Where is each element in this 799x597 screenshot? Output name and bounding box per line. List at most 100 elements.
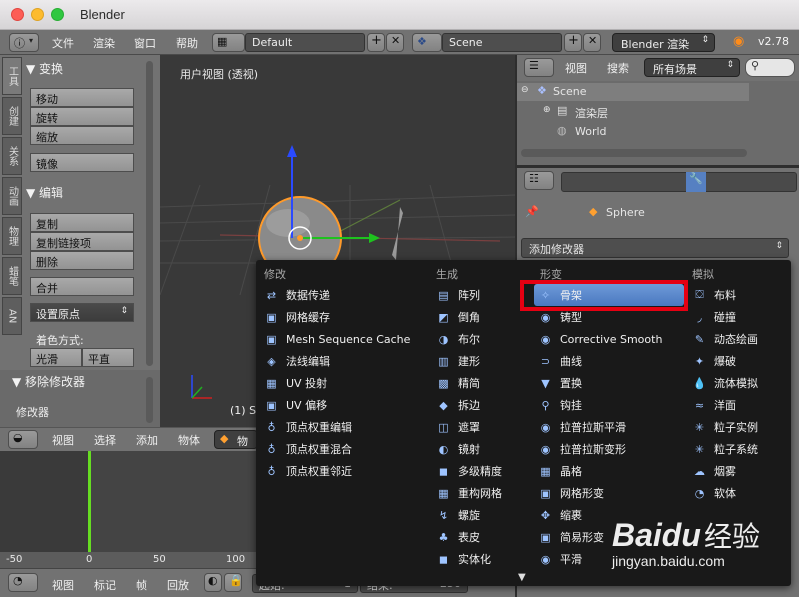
timeline-bottom-menu-view[interactable]: 视图 xyxy=(52,577,74,593)
modifier-item[interactable]: ▦ UV 投射 xyxy=(260,372,420,394)
tab-create[interactable]: 创建 xyxy=(2,97,22,135)
timeline-controls-editor-button[interactable]: ◔ xyxy=(8,573,38,592)
timeline-bottom-menu-marker[interactable]: 标记 xyxy=(94,577,116,593)
add-layout-button[interactable]: + xyxy=(367,33,385,52)
scroll-down-arrow-icon[interactable]: ▼ xyxy=(518,572,526,583)
tab-relations[interactable]: 关系 xyxy=(2,137,22,175)
modifier-item[interactable]: ♁ 顶点权重编辑 xyxy=(260,416,420,438)
lamp-object[interactable] xyxy=(392,207,403,260)
modifier-item[interactable]: ✦ 爆破 xyxy=(688,350,784,372)
pin-icon[interactable]: 📌 xyxy=(525,205,539,218)
modifier-item[interactable]: ✳ 粒子系统 xyxy=(688,438,784,460)
modifier-item[interactable]: ◉ 拉普拉斯平滑 xyxy=(534,416,684,438)
properties-editor-type-button[interactable]: ☷ xyxy=(524,171,554,190)
outliner-filter-select[interactable]: 所有场景 ⇕ xyxy=(644,58,740,77)
shade-smooth-button[interactable]: 光滑 xyxy=(30,348,82,367)
set-origin-select[interactable]: 设置原点 ⇕ xyxy=(30,303,134,322)
move-button[interactable]: 移动 xyxy=(30,88,134,107)
z-arrow-icon[interactable] xyxy=(287,145,297,157)
tab-animation[interactable]: 动画 xyxy=(2,177,22,215)
y-arrow-icon[interactable] xyxy=(369,233,380,243)
modifier-item[interactable]: ▣ 网格形变 xyxy=(534,482,684,504)
layout-selector-button[interactable]: ▦ xyxy=(212,33,245,52)
outliner-search-input[interactable]: ⚲ xyxy=(745,58,795,77)
modifier-item[interactable]: ↯ 螺旋 xyxy=(432,504,528,526)
keyframe-type-button[interactable]: ◐ xyxy=(204,573,222,592)
scene-selector-button[interactable]: ❖ xyxy=(412,33,442,52)
modifier-item[interactable]: ✳ 粒子实例 xyxy=(688,416,784,438)
timeline-menu-view[interactable]: 视图 xyxy=(52,432,74,448)
render-engine-select[interactable]: Blender 渲染 ⇕ xyxy=(612,33,715,52)
modifier-item[interactable]: ▣ 网格缓存 xyxy=(260,306,420,328)
menu-file[interactable]: 文件 xyxy=(52,35,74,51)
modifier-item[interactable]: ◞ 碰撞 xyxy=(688,306,784,328)
timeline-editor-type-button[interactable]: ◒ xyxy=(8,430,38,449)
outliner-row-scene[interactable]: ⊖ ❖ Scene xyxy=(517,83,749,101)
outliner-row-render-layers[interactable]: ⊕ ▤ 渲染层 xyxy=(517,103,749,121)
tab-tools[interactable]: 工具 xyxy=(2,57,22,95)
editor-type-button[interactable]: ⓘ ▾ xyxy=(9,33,39,52)
outliner-h-scrollbar[interactable] xyxy=(521,149,747,157)
modifier-item[interactable]: ▦ 重构网格 xyxy=(432,482,528,504)
wrench-icon[interactable]: 🔧 xyxy=(686,172,706,192)
modifier-item[interactable]: ◆ 拆边 xyxy=(432,394,528,416)
tool-shelf-scrollbar[interactable] xyxy=(146,61,153,366)
modifier-item[interactable]: ▼ 置换 xyxy=(534,372,684,394)
modifier-item[interactable]: ⇄ 数据传递 xyxy=(260,284,420,306)
transform-panel-header[interactable]: ▼ 变换 xyxy=(26,60,63,80)
duplicate-button[interactable]: 复制 xyxy=(30,213,134,232)
modifier-item[interactable]: ☁ 烟雾 xyxy=(688,460,784,482)
add-scene-button[interactable]: + xyxy=(564,33,582,52)
properties-context-tabs[interactable]: 🔧 xyxy=(561,172,797,192)
current-frame-indicator[interactable] xyxy=(88,451,91,552)
modifier-item[interactable]: ◫ 遮罩 xyxy=(432,416,528,438)
modifier-item[interactable]: ≈ 洋面 xyxy=(688,394,784,416)
mode-select[interactable]: ◆ 物体 xyxy=(214,430,258,464)
menu-window[interactable]: 窗口 xyxy=(134,35,156,51)
modifier-item[interactable]: ♣ 表皮 xyxy=(432,526,528,548)
modifier-item[interactable]: ⊃ 曲线 xyxy=(534,350,684,372)
rotate-button[interactable]: 旋转 xyxy=(30,107,134,126)
modifier-item[interactable]: ◐ 镜射 xyxy=(432,438,528,460)
outliner-editor-type-button[interactable]: ☰ xyxy=(524,58,554,77)
tab-an[interactable]: AN xyxy=(2,297,22,335)
delete-scene-button[interactable]: ✕ xyxy=(583,33,601,52)
scene-name-field[interactable]: Scene xyxy=(442,33,562,52)
modifier-item[interactable]: ▦ 晶格 xyxy=(534,460,684,482)
duplicate-linked-button[interactable]: 复制链接项 xyxy=(30,232,134,251)
modifier-item[interactable]: ◩ 倒角 xyxy=(432,306,528,328)
timeline-bottom-menu-playback[interactable]: 回放 xyxy=(167,577,189,593)
menu-render[interactable]: 渲染 xyxy=(93,35,115,51)
modifier-item[interactable]: ▥ 建形 xyxy=(432,350,528,372)
modifier-item[interactable]: ◉ Corrective Smooth xyxy=(534,328,684,350)
modifier-item[interactable]: ♁ 顶点权重混合 xyxy=(260,438,420,460)
modifier-item[interactable]: ⛋ 布料 xyxy=(688,284,784,306)
lock-button[interactable]: 🔒 xyxy=(224,573,243,592)
timeline-menu-select[interactable]: 选择 xyxy=(94,432,116,448)
modifier-item[interactable]: ◉ 拉普拉斯变形 xyxy=(534,438,684,460)
delete-button[interactable]: 删除 xyxy=(30,251,134,270)
tab-physics[interactable]: 物理 xyxy=(2,217,22,255)
modifier-item[interactable]: ▤ 阵列 xyxy=(432,284,528,306)
layout-name-field[interactable]: Default xyxy=(245,33,365,52)
modifier-item[interactable]: ⚲ 钩挂 xyxy=(534,394,684,416)
outliner-menu-search[interactable]: 搜索 xyxy=(607,60,629,76)
edit-panel-header[interactable]: ▼ 编辑 xyxy=(26,184,63,204)
modifier-item[interactable]: 💧 流体模拟 xyxy=(688,372,784,394)
menu-help[interactable]: 帮助 xyxy=(176,35,198,51)
outliner-menu-view[interactable]: 视图 xyxy=(565,60,587,76)
add-modifier-select[interactable]: 添加修改器 ⇕ xyxy=(521,238,789,258)
modifier-item[interactable]: ▣ Mesh Sequence Cache xyxy=(260,328,420,350)
zoom-window-button[interactable] xyxy=(51,8,64,21)
tab-grease-pencil[interactable]: 蜡笔 xyxy=(2,257,22,295)
close-window-button[interactable] xyxy=(11,8,24,21)
delete-layout-button[interactable]: ✕ xyxy=(386,33,404,52)
timeline-bottom-menu-frame[interactable]: 帧 xyxy=(136,577,147,593)
modifier-item[interactable]: ◑ 布尔 xyxy=(432,328,528,350)
timeline-menu-object[interactable]: 物体 xyxy=(178,432,200,448)
minimize-window-button[interactable] xyxy=(31,8,44,21)
modifier-item[interactable]: ♁ 顶点权重邻近 xyxy=(260,460,420,482)
scale-button[interactable]: 缩放 xyxy=(30,126,134,145)
remove-modifier-header[interactable]: ▼ 移除修改器 xyxy=(12,373,85,390)
modifier-item[interactable]: ✎ 动态绘画 xyxy=(688,328,784,350)
